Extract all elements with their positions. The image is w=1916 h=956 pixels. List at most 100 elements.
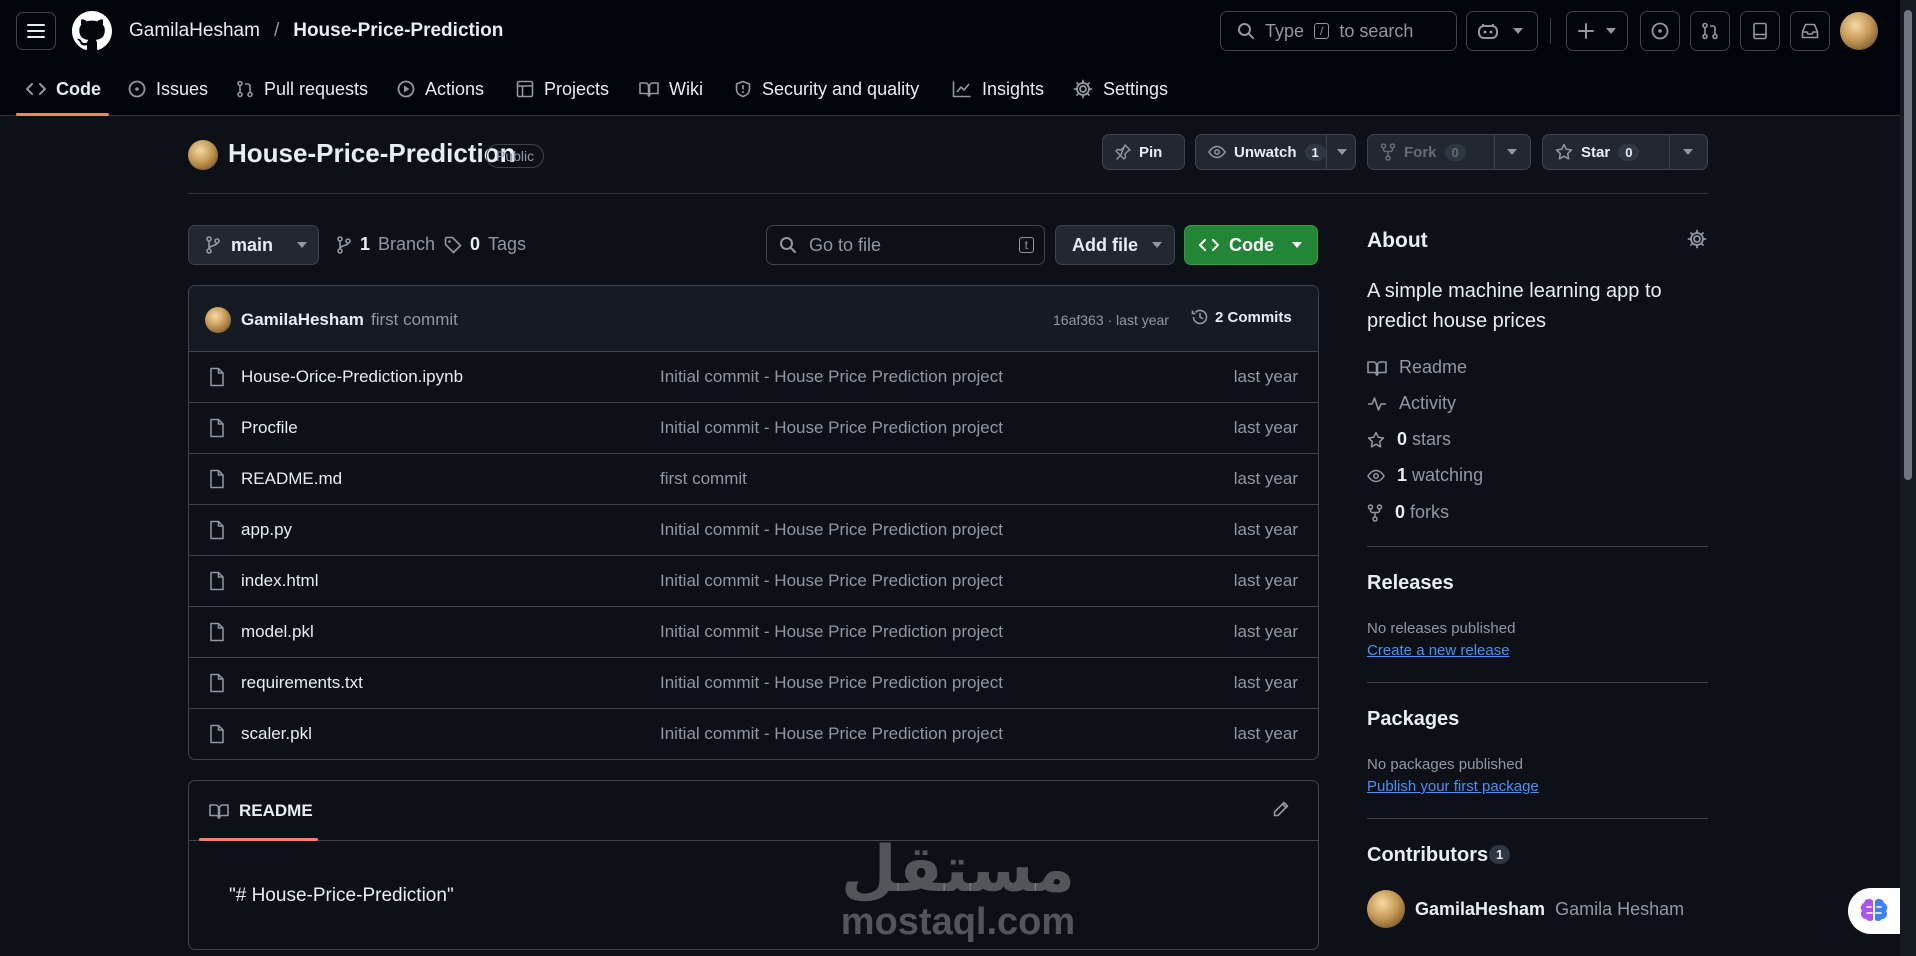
commit-author-avatar[interactable] xyxy=(205,307,231,333)
file-name[interactable]: requirements.txt xyxy=(241,673,363,693)
table-row[interactable]: model.pkl Initial commit - House Price P… xyxy=(189,607,1318,658)
chevron-down-icon[interactable] xyxy=(1507,149,1517,155)
commit-message[interactable]: first commit xyxy=(371,310,458,330)
tab-label: Projects xyxy=(544,78,610,99)
tag-count: 0 xyxy=(470,234,481,254)
user-avatar[interactable] xyxy=(1840,12,1878,50)
chevron-down-icon xyxy=(1292,242,1302,248)
file-name[interactable]: Procfile xyxy=(241,418,298,438)
copilot-button[interactable] xyxy=(1466,11,1538,51)
tab-actions[interactable]: Actions xyxy=(397,62,484,116)
tags-link[interactable]: 0 Tags xyxy=(444,234,526,255)
tab-settings[interactable]: Settings xyxy=(1073,62,1168,116)
global-header: GamilaHesham / House-Price-Prediction Ty… xyxy=(0,0,1900,116)
commits-label: 2 Commits xyxy=(1215,308,1292,326)
stars-label: stars xyxy=(1412,429,1452,449)
tab-issues[interactable]: Issues xyxy=(128,62,208,116)
contributors-heading[interactable]: Contributors xyxy=(1367,844,1488,867)
github-logo-icon[interactable] xyxy=(72,11,112,51)
book-icon xyxy=(639,81,659,97)
readme-tab[interactable]: README xyxy=(209,801,313,821)
file-commit-message[interactable]: Initial commit - House Price Prediction … xyxy=(660,622,1003,642)
table-row[interactable]: README.md first commit last year xyxy=(189,454,1318,505)
assistant-widget-button[interactable] xyxy=(1848,888,1900,934)
repo-title[interactable]: House-Price-Prediction xyxy=(228,138,516,169)
top-bar: GamilaHesham / House-Price-Prediction Ty… xyxy=(0,0,1900,62)
search-suffix: to search xyxy=(1339,20,1414,41)
publish-package-link[interactable]: Publish your first package xyxy=(1367,778,1539,795)
file-name[interactable]: model.pkl xyxy=(241,622,314,642)
add-file-button[interactable]: Add file xyxy=(1055,225,1175,265)
create-release-link[interactable]: Create a new release xyxy=(1367,642,1510,659)
file-commit-message[interactable]: Initial commit - House Price Prediction … xyxy=(660,520,1003,540)
fork-button[interactable]: Fork 0 xyxy=(1367,134,1531,170)
table-row[interactable]: House-Orice-Prediction.ipynb Initial com… xyxy=(189,352,1318,403)
file-name[interactable]: scaler.pkl xyxy=(241,724,312,744)
header-divider xyxy=(1550,18,1551,44)
gear-icon[interactable] xyxy=(1687,229,1707,249)
file-commit-message[interactable]: first commit xyxy=(660,469,747,489)
file-name[interactable]: app.py xyxy=(241,520,292,540)
commits-link[interactable]: 2 Commits xyxy=(1191,308,1292,326)
file-name[interactable]: README.md xyxy=(241,469,342,489)
packages-heading[interactable]: Packages xyxy=(1367,708,1459,731)
contributor-item[interactable]: GamilaHesham Gamila Hesham xyxy=(1367,890,1684,928)
global-search-input[interactable]: Type / to search xyxy=(1220,11,1457,51)
file-commit-message[interactable]: Initial commit - House Price Prediction … xyxy=(660,673,1003,693)
table-row[interactable]: requirements.txt Initial commit - House … xyxy=(189,658,1318,709)
page-scrollbar[interactable] xyxy=(1900,0,1916,956)
breadcrumb-owner[interactable]: GamilaHesham xyxy=(129,20,260,42)
contributor-username[interactable]: GamilaHesham xyxy=(1415,899,1545,920)
tab-wiki[interactable]: Wiki xyxy=(639,62,703,116)
pin-button[interactable]: Pin xyxy=(1102,134,1185,170)
activity-link-label: Activity xyxy=(1399,393,1457,413)
breadcrumb: GamilaHesham / House-Price-Prediction xyxy=(129,20,503,42)
pull-requests-button[interactable] xyxy=(1690,11,1730,51)
file-name[interactable]: index.html xyxy=(241,571,318,591)
releases-heading[interactable]: Releases xyxy=(1367,572,1454,595)
watching-link[interactable]: 1 watching xyxy=(1367,465,1483,486)
file-name[interactable]: House-Orice-Prediction.ipynb xyxy=(241,367,463,387)
repo-header: House-Price-Prediction Public Pin Unwatc… xyxy=(188,134,1708,194)
table-row[interactable]: index.html Initial commit - House Price … xyxy=(189,556,1318,607)
commit-sha-time[interactable]: 16af363 · last year xyxy=(1053,312,1169,328)
fork-icon xyxy=(1367,503,1383,522)
file-commit-message[interactable]: Initial commit - House Price Prediction … xyxy=(660,367,1003,387)
issues-button[interactable] xyxy=(1640,11,1680,51)
tab-pull-requests[interactable]: Pull requests xyxy=(236,62,368,116)
breadcrumb-repo[interactable]: House-Price-Prediction xyxy=(293,20,503,42)
star-button[interactable]: Star 0 xyxy=(1542,134,1708,170)
file-commit-message[interactable]: Initial commit - House Price Prediction … xyxy=(660,724,1003,744)
activity-link[interactable]: Activity xyxy=(1367,393,1456,414)
commit-author[interactable]: GamilaHesham xyxy=(241,310,364,330)
tab-insights[interactable]: Insights xyxy=(952,62,1044,116)
stars-link[interactable]: 0 stars xyxy=(1367,429,1451,450)
contributor-avatar[interactable] xyxy=(1367,890,1405,928)
chevron-down-icon[interactable] xyxy=(1337,149,1347,155)
tab-projects[interactable]: Projects xyxy=(516,62,609,116)
forks-link[interactable]: 0 forks xyxy=(1367,502,1449,523)
readme-link[interactable]: Readme xyxy=(1367,357,1467,378)
file-commit-message[interactable]: Initial commit - House Price Prediction … xyxy=(660,571,1003,591)
code-clone-button[interactable]: Code xyxy=(1184,225,1318,265)
pencil-icon[interactable] xyxy=(1272,800,1290,818)
branches-link[interactable]: 1 Branch xyxy=(336,234,435,255)
table-row[interactable]: app.py Initial commit - House Price Pred… xyxy=(189,505,1318,556)
active-tab-indicator xyxy=(16,113,109,116)
about-heading: About xyxy=(1367,229,1428,252)
tab-security[interactable]: Security and quality xyxy=(734,62,919,116)
scrollbar-thumb[interactable] xyxy=(1904,10,1912,480)
branch-selector[interactable]: main xyxy=(188,225,319,265)
create-new-button[interactable] xyxy=(1566,11,1628,51)
owner-avatar[interactable] xyxy=(188,140,218,170)
watch-button[interactable]: Unwatch 1 xyxy=(1195,134,1356,170)
tab-code[interactable]: Code xyxy=(26,62,101,116)
menu-button[interactable] xyxy=(16,12,56,50)
repositories-button[interactable] xyxy=(1740,11,1780,51)
go-to-file-input[interactable]: Go to file t xyxy=(766,225,1045,265)
inbox-button[interactable] xyxy=(1790,11,1830,51)
table-row[interactable]: scaler.pkl Initial commit - House Price … xyxy=(189,709,1318,759)
table-row[interactable]: Procfile Initial commit - House Price Pr… xyxy=(189,403,1318,454)
chevron-down-icon[interactable] xyxy=(1683,149,1693,155)
file-commit-message[interactable]: Initial commit - House Price Prediction … xyxy=(660,418,1003,438)
